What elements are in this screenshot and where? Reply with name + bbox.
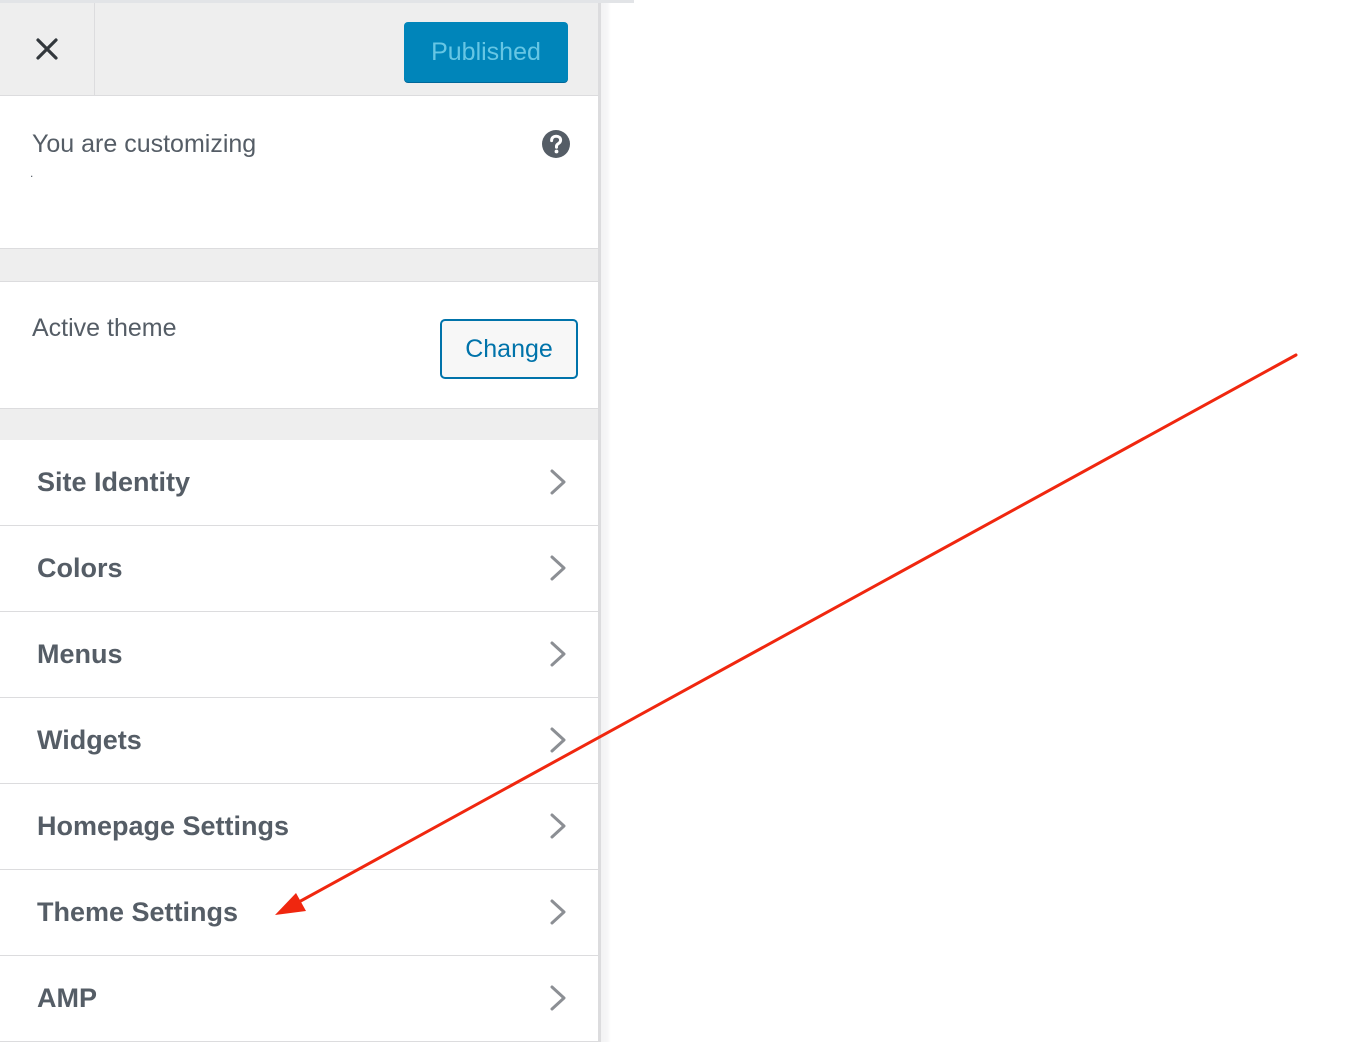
help-icon[interactable] [541,129,571,159]
section-homepage-settings[interactable]: Homepage Settings [0,784,598,870]
section-label: Site Identity [37,467,191,497]
chevron-right-icon [550,727,566,753]
section-amp[interactable]: AMP [0,956,598,1042]
section-label: Homepage Settings [37,811,290,841]
chevron-right-icon [550,899,566,925]
section-label: AMP [37,983,97,1013]
customizing-label: You are customizing [32,130,257,158]
active-theme-panel: Active theme Change [0,281,598,409]
active-theme-label: Active theme [32,314,177,342]
close-button[interactable] [0,3,95,95]
section-colors[interactable]: Colors [0,526,598,612]
section-theme-settings[interactable]: Theme Settings [0,870,598,956]
chevron-right-icon [550,813,566,839]
section-label: Theme Settings [37,897,239,927]
chevron-right-icon [550,985,566,1011]
chevron-right-icon [550,469,566,495]
customizer-header: Published [0,3,598,96]
chevron-right-icon [550,555,566,581]
customizer-sections-list: Site Identity Colors Menus Widgets Homep… [0,440,598,1042]
customizer-sidebar: Published You are customizing . Active t… [0,3,598,1042]
section-label: Colors [37,553,123,583]
close-icon [36,38,58,60]
published-button[interactable]: Published [404,22,568,82]
section-label: Menus [37,639,123,669]
site-title: . [30,166,34,180]
section-site-identity[interactable]: Site Identity [0,440,598,526]
change-theme-button[interactable]: Change [440,319,578,379]
sidebar-scroll-edge [598,3,611,1042]
section-menus[interactable]: Menus [0,612,598,698]
section-widgets[interactable]: Widgets [0,698,598,784]
customizing-info-panel: You are customizing . [0,96,598,249]
section-label: Widgets [37,725,142,755]
customizer-screen: Published You are customizing . Active t… [0,0,1347,1042]
chevron-right-icon [550,641,566,667]
